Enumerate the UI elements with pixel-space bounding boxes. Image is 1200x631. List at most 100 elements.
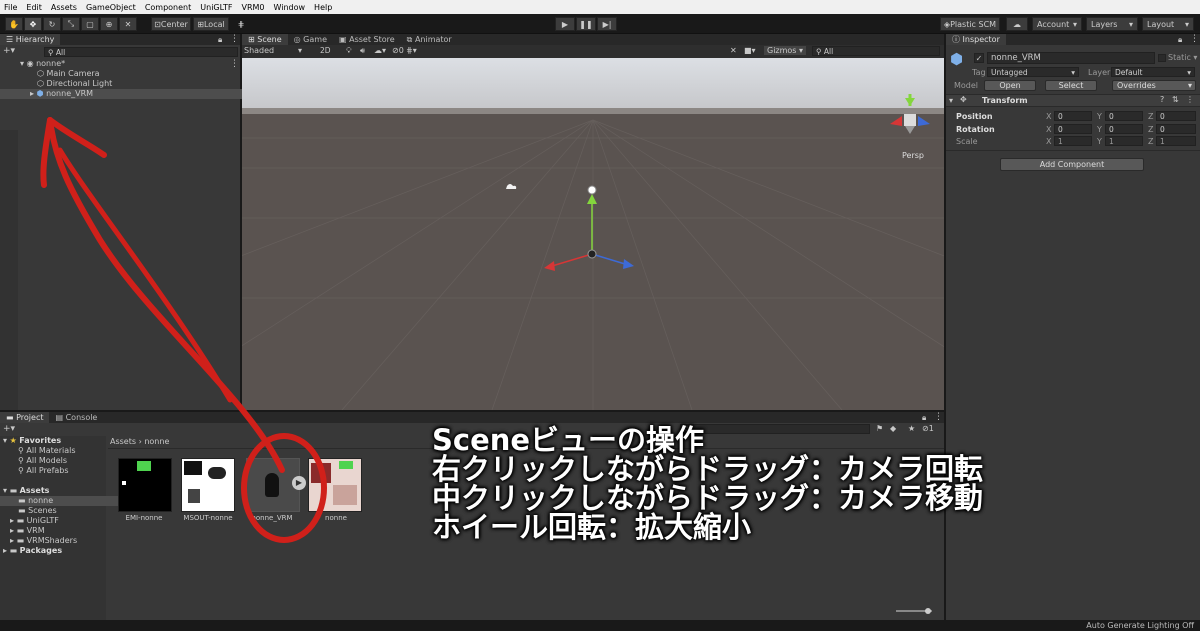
rotation-z-field[interactable]: 0 <box>1156 124 1196 134</box>
transform-header[interactable]: ▾ ✥ Transform ? ⇅ ⋮ <box>946 94 1200 107</box>
light-gizmo-icon[interactable] <box>587 185 597 195</box>
menu-edit[interactable]: Edit <box>26 3 42 12</box>
favorite-all-models[interactable]: ⚲ All Models <box>0 456 124 466</box>
lock-icon[interactable]: 🔒︎ <box>218 35 222 45</box>
pause-button[interactable]: ❚❚ <box>576 17 596 31</box>
grid-toggle-icon[interactable]: ⋕▾ <box>406 46 417 55</box>
preset-icon[interactable]: ⇅ <box>1172 95 1179 104</box>
tab-inspector[interactable]: ⓘ Inspector <box>946 34 1006 45</box>
scale-z-field[interactable]: 1 <box>1156 136 1196 146</box>
scale-tool-icon[interactable]: ⤡ <box>62 17 80 31</box>
asset-thumb-nonne[interactable] <box>308 458 362 512</box>
scale-x-field[interactable]: 1 <box>1054 136 1092 146</box>
transform-tool-icon[interactable]: ⊕ <box>100 17 118 31</box>
play-button[interactable]: ▶ <box>555 17 575 31</box>
object-name-input[interactable]: nonne_VRM <box>987 52 1155 64</box>
kebab-menu-icon[interactable]: ⋮ <box>934 412 943 422</box>
scene-viewport[interactable]: Persp <box>242 58 944 410</box>
hierarchy-search-input[interactable]: ⚲ All <box>44 47 238 57</box>
hierarchy-item-directional-light[interactable]: ⬡ Directional Light <box>0 79 277 89</box>
kebab-menu-icon[interactable]: ⋮ <box>230 34 239 44</box>
packages-folder-item[interactable]: ▸ ▬ Packages <box>0 546 109 556</box>
position-x-field[interactable]: 0 <box>1054 111 1092 121</box>
tab-asset-store[interactable]: ▣ Asset Store <box>333 34 401 45</box>
shading-mode-dropdown[interactable]: Shaded ▾ <box>244 46 302 55</box>
tools-icon[interactable]: ✕ <box>730 46 737 55</box>
tab-game[interactable]: ◎ Game <box>288 34 333 45</box>
menu-file[interactable]: File <box>4 3 17 12</box>
favorites-item[interactable]: ▾ ★ Favorites <box>0 436 109 446</box>
effects-toggle-icon[interactable]: ☁▾ <box>374 46 386 55</box>
scene-menu-icon[interactable]: ⋮ <box>230 59 239 69</box>
tab-animator[interactable]: ⧉ Animator <box>401 34 458 45</box>
rect-tool-icon[interactable]: ▢ <box>81 17 99 31</box>
component-menu-icon[interactable]: ⋮ <box>1186 95 1194 104</box>
scene-search-input[interactable]: ⚲ All <box>812 46 940 56</box>
breadcrumb-nonne[interactable]: nonne <box>144 437 169 446</box>
menu-assets[interactable]: Assets <box>51 3 77 12</box>
folder-item-vrmshaders[interactable]: ▸ ▬ VRMShaders <box>0 536 116 546</box>
scale-y-field[interactable]: 1 <box>1105 136 1143 146</box>
hand-tool-icon[interactable]: ✋ <box>5 17 23 31</box>
custom-tool-icon[interactable]: ✕ <box>119 17 137 31</box>
folder-item-unigltf[interactable]: ▸ ▬ UniGLTF <box>0 516 116 526</box>
folder-item-scenes[interactable]: ▬ Scenes <box>0 506 124 516</box>
folder-item-vrm[interactable]: ▸ ▬ VRM <box>0 526 116 536</box>
asset-thumb-emi[interactable] <box>118 458 172 512</box>
static-checkbox[interactable] <box>1158 54 1166 62</box>
plastic-scm-button[interactable]: ◈ Plastic SCM <box>940 17 1000 31</box>
lock-icon[interactable]: 🔒︎ <box>922 413 926 423</box>
add-object-button[interactable]: +▾ <box>3 46 15 56</box>
position-y-field[interactable]: 0 <box>1105 111 1143 121</box>
tab-scene[interactable]: ⊞ Scene <box>242 34 288 45</box>
kebab-menu-icon[interactable]: ⋮ <box>1190 34 1199 44</box>
tag-dropdown[interactable]: Untagged ▾ <box>987 67 1079 77</box>
help-icon[interactable]: ? <box>1160 95 1164 104</box>
hidden-objects-icon[interactable]: ⊘0 <box>392 46 404 55</box>
step-button[interactable]: ▶| <box>597 17 617 31</box>
menu-vrm0[interactable]: VRM0 <box>241 3 264 12</box>
select-model-button[interactable]: Select <box>1045 80 1097 91</box>
menu-component[interactable]: Component <box>145 3 191 12</box>
favorite-all-prefabs[interactable]: ⚲ All Prefabs <box>0 466 124 476</box>
camera-settings-icon[interactable]: ■▾ <box>744 46 756 55</box>
hierarchy-item-main-camera[interactable]: ⬡ Main Camera <box>0 69 277 79</box>
gizmos-dropdown[interactable]: Gizmos ▾ <box>764 46 807 55</box>
lighting-toggle-icon[interactable]: 💡︎ <box>346 46 352 56</box>
lock-icon[interactable]: 🔒︎ <box>1178 35 1182 45</box>
2d-toggle[interactable]: 2D <box>320 46 331 55</box>
tab-hierarchy[interactable]: ☰ Hierarchy <box>0 34 61 45</box>
pivot-center-button[interactable]: ⊡ Center <box>151 17 191 31</box>
layers-dropdown[interactable]: Layers ▾ <box>1086 17 1138 31</box>
pivot-local-button[interactable]: ⊞ Local <box>193 17 229 31</box>
layer-dropdown[interactable]: Default ▾ <box>1111 67 1195 77</box>
create-asset-button[interactable]: +▾ <box>3 424 15 434</box>
expand-prefab-icon[interactable]: ▶ <box>292 476 306 490</box>
menu-unigltf[interactable]: UniGLTF <box>200 3 232 12</box>
overrides-dropdown[interactable]: Overrides ▾ <box>1112 80 1196 91</box>
menu-window[interactable]: Window <box>274 3 306 12</box>
slider-handle[interactable] <box>925 608 931 614</box>
tab-project[interactable]: ▬ Project <box>0 412 50 423</box>
position-z-field[interactable]: 0 <box>1156 111 1196 121</box>
lighting-status[interactable]: Auto Generate Lighting Off <box>1086 621 1194 630</box>
persp-label[interactable]: Persp <box>902 151 924 160</box>
rotate-tool-icon[interactable]: ↻ <box>43 17 61 31</box>
account-dropdown[interactable]: Account ▾ <box>1032 17 1082 31</box>
tab-console[interactable]: ▤ Console <box>49 412 103 423</box>
grid-snap-icon[interactable]: ⋕ <box>233 17 249 31</box>
hierarchy-item-nonne-vrm[interactable]: ▸ ⬢ nonne_VRM <box>0 89 270 99</box>
rotation-x-field[interactable]: 0 <box>1054 124 1092 134</box>
menu-help[interactable]: Help <box>314 3 332 12</box>
breadcrumb-assets[interactable]: Assets <box>110 437 136 446</box>
active-checkbox[interactable]: ✓ <box>974 53 984 63</box>
favorite-all-materials[interactable]: ⚲ All Materials <box>0 446 124 456</box>
folder-item-nonne[interactable]: ▬ nonne <box>0 496 124 506</box>
move-tool-icon[interactable]: ✥ <box>24 17 42 31</box>
cloud-button[interactable]: ☁ <box>1006 17 1028 31</box>
scene-root-item[interactable]: ▾ ◉ nonne* <box>0 59 260 69</box>
asset-thumb-msout[interactable] <box>181 458 235 512</box>
menu-gameobject[interactable]: GameObject <box>86 3 136 12</box>
assets-folder-item[interactable]: ▾ ▬ Assets <box>0 486 109 496</box>
audio-toggle-icon[interactable]: 🔊︎ <box>360 46 365 56</box>
